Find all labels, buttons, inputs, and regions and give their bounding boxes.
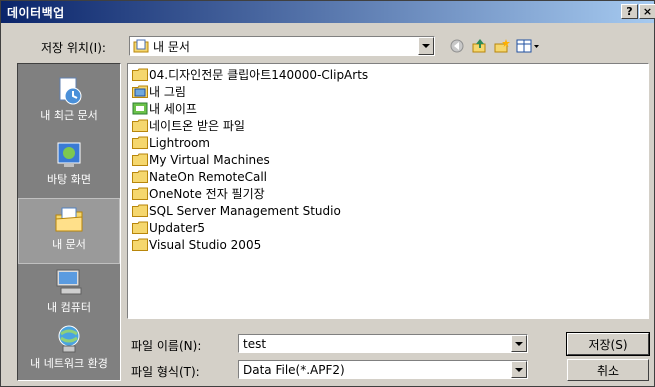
file-name: 04.디자인전문 클립아트140000-ClipArts [149, 68, 369, 82]
folder-icon [132, 204, 148, 217]
place-label: 내 네트워크 환경 [30, 357, 108, 370]
safe-folder-icon [132, 102, 148, 115]
file-name: NateOn RemoteCall [149, 169, 267, 184]
places-bar: 내 최근 문서 바탕 화면 내 문서 내 컴퓨터 내 네트워크 환경 [17, 63, 121, 381]
folder-icon [132, 68, 148, 81]
back-icon[interactable] [448, 37, 466, 55]
list-item[interactable]: Lightroom [132, 134, 210, 151]
folder-icon [132, 170, 148, 183]
file-name-value: test [243, 336, 267, 351]
file-name: Updater5 [149, 220, 206, 235]
desktop-icon [57, 142, 81, 167]
list-item[interactable]: 04.디자인전문 클립아트140000-ClipArts [132, 66, 368, 83]
network-icon [58, 325, 80, 353]
place-label: 내 최근 문서 [40, 109, 98, 122]
folder-icon [132, 238, 148, 251]
cancel-button[interactable]: 취소 [567, 359, 649, 381]
folder-icon [132, 119, 148, 132]
file-type-combo[interactable]: Data File(*.APF2) [238, 360, 528, 379]
list-item[interactable]: OneNote 전자 필기장 [132, 185, 265, 202]
file-name: Lightroom [149, 135, 210, 150]
folder-icon [132, 221, 148, 234]
list-item[interactable]: Visual Studio 2005 [132, 236, 261, 253]
folder-icon [132, 153, 148, 166]
place-my-documents[interactable]: 내 문서 [18, 198, 120, 264]
place-label: 내 문서 [52, 238, 86, 251]
save-button[interactable]: 저장(S) [566, 332, 650, 356]
look-in-combo[interactable]: 내 문서 [129, 36, 435, 56]
folder-icon [132, 136, 148, 149]
list-item[interactable]: 내 세이프 [132, 100, 197, 117]
file-type-dropdown-button[interactable] [511, 361, 527, 378]
file-name-input[interactable]: test [238, 334, 528, 353]
list-item[interactable]: SQL Server Management Studio [132, 202, 341, 219]
file-type-value: Data File(*.APF2) [243, 362, 345, 377]
list-item[interactable]: NateOn RemoteCall [132, 168, 267, 185]
view-menu-icon[interactable] [515, 37, 543, 55]
list-item[interactable]: Updater5 [132, 219, 205, 236]
file-list[interactable]: 04.디자인전문 클립아트140000-ClipArts 내 그림 내 세이프 … [127, 63, 649, 319]
save-dialog: 데이터백업 ? × 저장 위치(I): 내 문서 내 최근 문서 바탕 화면 내… [0, 0, 655, 387]
place-network[interactable]: 내 네트워크 환경 [18, 318, 120, 384]
file-name: SQL Server Management Studio [149, 203, 341, 218]
file-name: 네이트온 받은 파일 [149, 119, 245, 133]
pictures-folder-icon [132, 85, 148, 98]
list-item[interactable]: 내 그림 [132, 83, 186, 100]
recent-documents-icon [59, 77, 82, 105]
my-documents-icon [55, 207, 83, 232]
folder-icon [132, 187, 148, 200]
place-desktop[interactable]: 바탕 화면 [18, 134, 120, 200]
look-in-label: 저장 위치(I): [41, 41, 106, 55]
file-name: Visual Studio 2005 [149, 237, 262, 252]
up-folder-icon[interactable] [470, 37, 488, 55]
window-title: 데이터백업 [7, 5, 65, 20]
file-name: OneNote 전자 필기장 [149, 187, 265, 201]
place-label: 바탕 화면 [47, 173, 91, 186]
close-button[interactable]: × [639, 4, 655, 19]
title-bar[interactable]: 데이터백업 ? × [1, 1, 655, 23]
place-recent-documents[interactable]: 내 최근 문서 [18, 70, 120, 136]
new-folder-icon[interactable] [493, 37, 511, 55]
file-name: 내 세이프 [149, 102, 197, 116]
file-name: My Virtual Machines [149, 152, 270, 167]
file-name: 내 그림 [149, 85, 186, 99]
help-button[interactable]: ? [621, 4, 638, 19]
file-name-dropdown-button[interactable] [511, 335, 527, 352]
look-in-dropdown-button[interactable] [418, 37, 434, 55]
my-documents-small-icon [133, 39, 149, 53]
list-item[interactable]: My Virtual Machines [132, 151, 270, 168]
file-type-label: 파일 형식(T): [131, 365, 200, 379]
look-in-value: 내 문서 [153, 39, 190, 54]
place-label: 내 컴퓨터 [47, 301, 91, 314]
file-name-label: 파일 이름(N): [131, 339, 202, 353]
list-item[interactable]: 네이트온 받은 파일 [132, 117, 245, 134]
my-computer-icon [56, 269, 82, 295]
